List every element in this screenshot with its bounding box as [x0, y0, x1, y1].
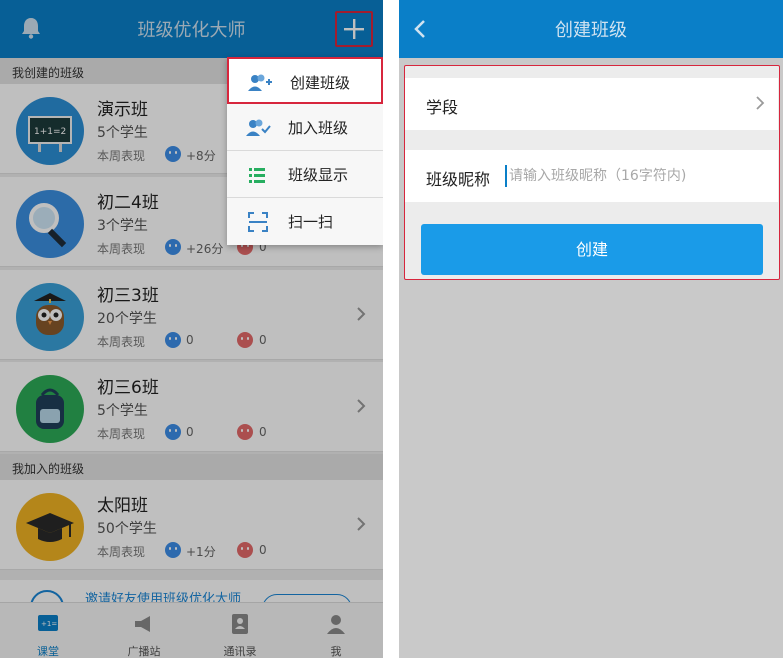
menu-item-create-class[interactable]: 创建班级: [227, 57, 383, 104]
nickname-label: 班级昵称: [426, 170, 491, 189]
menu-item-join-class[interactable]: 加入班级: [227, 104, 383, 151]
menu-item-scan[interactable]: 扫一扫: [227, 198, 383, 245]
screenshot-root: 班级优化大师 我创建的班级 1+1=2 演示班 5个学生 本周表现 +8分 初二…: [0, 0, 783, 658]
menu-item-label: 创建班级: [290, 74, 351, 92]
menu-item-label: 加入班级: [288, 119, 349, 137]
scan-icon: [248, 212, 268, 232]
menu-item-class-display[interactable]: 班级显示: [227, 151, 383, 198]
chevron-right-icon: [756, 96, 765, 110]
create-class-form: 学段 班级昵称 创建: [404, 65, 780, 280]
class-list-screen: 班级优化大师 我创建的班级 1+1=2 演示班 5个学生 本周表现 +8分 初二…: [0, 0, 383, 658]
page-title: 创建班级: [555, 20, 627, 41]
create-button[interactable]: 创建: [421, 224, 763, 275]
panel-divider: [383, 0, 399, 658]
menu-item-label: 扫一扫: [288, 213, 334, 231]
add-user-icon: [248, 74, 272, 91]
join-group-icon: [246, 119, 271, 136]
nickname-input[interactable]: [509, 162, 769, 190]
create-class-header: 创建班级: [399, 0, 783, 58]
create-class-screen: 创建班级 学段 班级昵称 创建: [399, 0, 783, 658]
text-cursor: [505, 165, 507, 187]
add-dropdown-menu: 创建班级 加入班级 班级显示 扫一扫: [227, 57, 383, 245]
list-icon: [249, 168, 265, 183]
nickname-row: 班级昵称: [405, 150, 778, 202]
stage-label: 学段: [426, 98, 459, 117]
menu-item-label: 班级显示: [288, 166, 349, 184]
stage-selector[interactable]: 学段: [405, 78, 778, 130]
